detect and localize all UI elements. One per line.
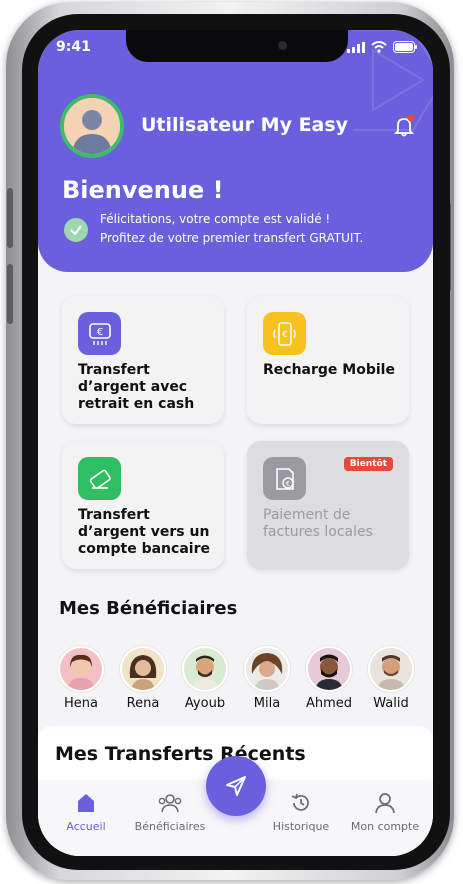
card-cash-transfer-label: Transfert d’argent avec retrait en cash [78, 362, 195, 412]
users-icon [158, 794, 182, 813]
card-cash-transfer[interactable]: € Transfert d’argent avec retrait en cas… [62, 296, 224, 424]
username: Utilisateur My Easy [141, 114, 349, 136]
beneficiary-avatar [368, 646, 414, 692]
nav-account-label: Mon compte [350, 820, 420, 833]
beneficiary-name: Mila [253, 696, 281, 711]
beneficiary-mila[interactable]: Mila [241, 646, 293, 711]
bank-transfer-icon [78, 457, 121, 500]
free-transfer-message: Profitez de votre premier transfert GRAT… [100, 231, 364, 245]
notification-bell-icon[interactable] [392, 114, 416, 138]
send-money-button[interactable] [206, 756, 266, 816]
card-bank-transfer-label: Transfert d’argent vers un compte bancai… [78, 507, 210, 557]
nav-beneficiaries-label: Bénéficiaires [134, 820, 206, 833]
card-mobile-recharge[interactable]: € Recharge Mobile [247, 296, 409, 424]
beneficiary-avatar [120, 646, 166, 692]
nav-history[interactable]: Historique [261, 792, 341, 833]
beneficiary-hena[interactable]: Hena [55, 646, 107, 711]
user-icon [375, 793, 395, 814]
nav-home-label: Accueil [66, 820, 106, 833]
history-icon [291, 793, 309, 811]
beneficiary-ayoub[interactable]: Ayoub [179, 646, 231, 711]
svg-text:€: € [282, 330, 288, 340]
svg-text:€: € [96, 327, 102, 338]
notch [126, 30, 348, 62]
volume-down-button [7, 264, 13, 324]
nav-home[interactable]: Accueil [46, 792, 126, 833]
beneficiary-rena[interactable]: Rena [117, 646, 169, 711]
beneficiary-avatar [306, 646, 352, 692]
status-icons [347, 41, 417, 53]
user-silhouette-icon [64, 98, 120, 154]
nav-account[interactable]: Mon compte [345, 792, 425, 833]
user-avatar[interactable] [60, 94, 124, 158]
coming-soon-badge: Bientôt [343, 457, 393, 471]
beneficiary-avatar [182, 646, 228, 692]
beneficiary-name: Ahmed [305, 696, 353, 711]
beneficiaries-title: Mes Bénéficiaires [59, 598, 238, 619]
app-screen: 9:41 Utilisateur My Easy Bienvenue ! Fél… [38, 30, 433, 856]
beneficiary-ahmed[interactable]: Ahmed [303, 646, 355, 711]
nav-beneficiaries[interactable]: Bénéficiaires [130, 792, 210, 833]
beneficiary-walid[interactable]: Walid [365, 646, 417, 711]
verified-check-icon [64, 218, 88, 242]
beneficiary-avatar [244, 646, 290, 692]
card-bank-transfer[interactable]: Transfert d’argent vers un compte bancai… [62, 441, 224, 569]
svg-text:€: € [285, 480, 289, 488]
card-bill-payment-label: Paiement de factures locales [263, 507, 373, 540]
card-bill-payment[interactable]: € Bientôt Paiement de factures locales [247, 441, 409, 569]
send-icon [226, 776, 246, 796]
phone-frame: 9:41 Utilisateur My Easy Bienvenue ! Fél… [6, 2, 454, 880]
recent-transfers-title: Mes Transferts Récents [55, 743, 306, 765]
header: 9:41 Utilisateur My Easy Bienvenue ! Fél… [38, 30, 433, 272]
beneficiary-name: Hena [64, 696, 98, 711]
battery-icon [393, 41, 417, 53]
beneficiary-name: Ayoub [184, 696, 226, 711]
beneficiary-name: Rena [126, 696, 160, 711]
home-icon [78, 794, 94, 812]
validation-message: Félicitations, votre compte est validé ! [100, 212, 331, 226]
status-time: 9:41 [56, 39, 91, 55]
nav-history-label: Historique [272, 820, 330, 833]
beneficiary-name: Walid [373, 696, 409, 711]
welcome-title: Bienvenue ! [62, 176, 224, 204]
camera [278, 41, 287, 50]
bill-payment-icon: € [263, 457, 306, 500]
wifi-icon [371, 41, 387, 53]
volume-up-button [7, 188, 13, 248]
signal-icon [347, 41, 365, 53]
beneficiary-avatar [58, 646, 104, 692]
mobile-recharge-icon: € [263, 312, 306, 355]
card-mobile-recharge-label: Recharge Mobile [263, 362, 395, 378]
cash-transfer-icon: € [78, 312, 121, 355]
